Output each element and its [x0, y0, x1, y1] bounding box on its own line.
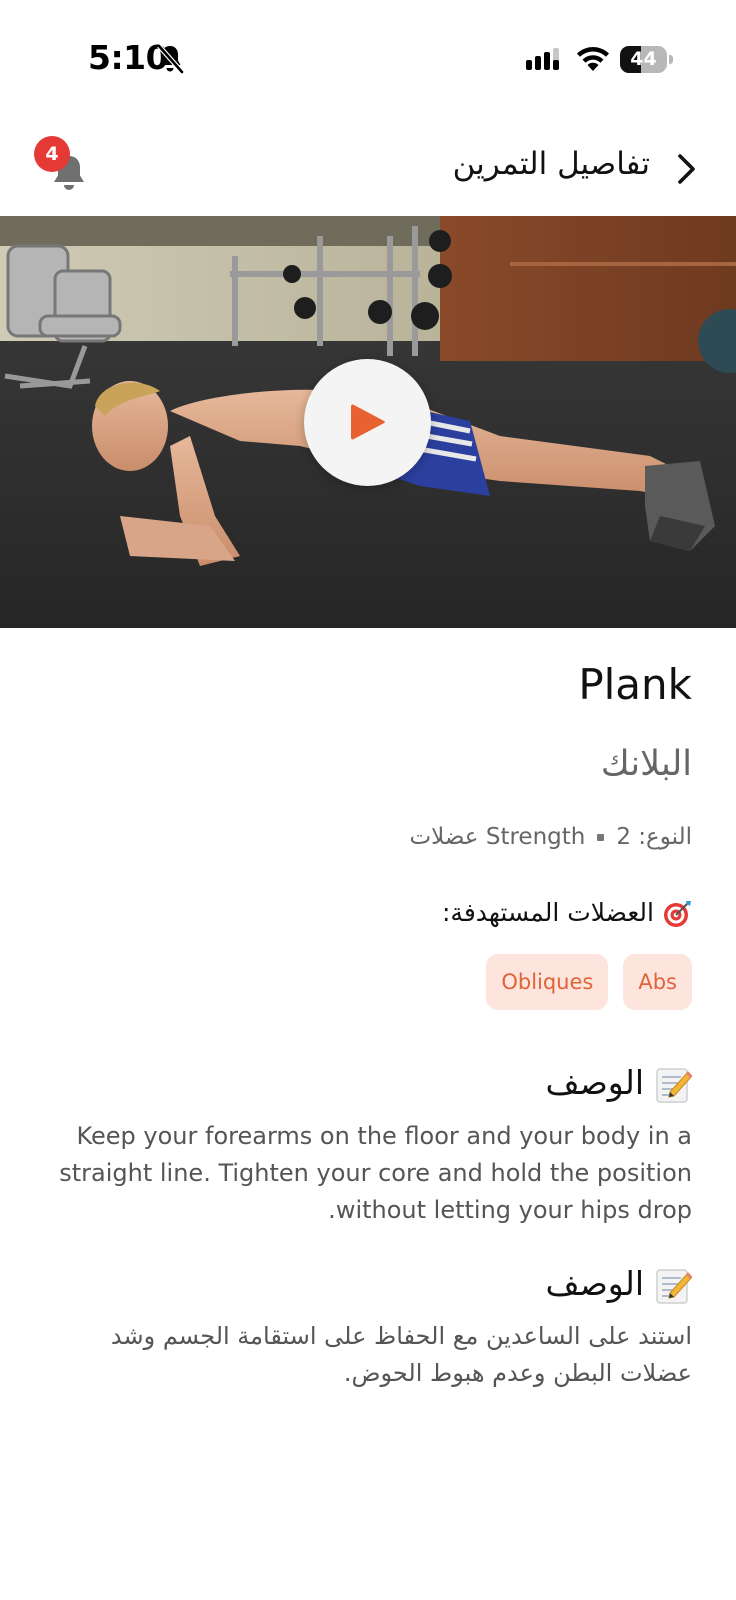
muscle-tags: Abs Obliques: [486, 954, 692, 1010]
status-bar: 5:10 44: [0, 0, 736, 120]
app-header: 4 تفاصيل التمرين: [0, 120, 736, 216]
description-heading: الوصف: [546, 1063, 692, 1104]
exercise-name-en: Plank: [578, 660, 692, 709]
signal-icon: [526, 48, 559, 70]
bell-slash-icon: [157, 44, 184, 74]
exercise-meta: النوع: Strength2 عضلات: [409, 824, 692, 850]
target-icon: [664, 901, 691, 927]
target-muscles-label: العضلات المستهدفة:: [442, 898, 654, 927]
muscle-tag[interactable]: Abs: [623, 954, 692, 1010]
description-text-ar: استند على الساعدين مع الحفاظ على استقامة…: [110, 1322, 692, 1387]
exercise-video[interactable]: [0, 216, 736, 628]
description-heading-label: الوصف: [545, 1264, 644, 1303]
description-heading-label: الوصف: [545, 1063, 644, 1102]
notification-badge: 4: [34, 136, 70, 172]
notifications-button[interactable]: 4: [34, 136, 94, 196]
battery-level: 44: [630, 48, 657, 70]
exercise-type: النوع: Strength: [485, 824, 692, 850]
play-icon: [351, 404, 385, 440]
description-text-en: Keep your forearms on the floor and your…: [59, 1122, 692, 1224]
chevron-right-icon[interactable]: [676, 152, 698, 186]
description-heading: الوصف: [546, 1264, 692, 1305]
memo-icon: [656, 1067, 692, 1103]
exercise-name-ar: البلانك: [600, 744, 692, 784]
wifi-icon: [577, 47, 609, 71]
page-title: تفاصيل التمرين: [452, 146, 650, 182]
muscle-tag[interactable]: Obliques: [486, 954, 609, 1010]
memo-icon: [656, 1268, 692, 1304]
target-muscles-heading: العضلات المستهدفة:: [442, 898, 692, 929]
battery-icon: 44: [620, 46, 673, 73]
separator-dot: [597, 834, 605, 841]
play-button[interactable]: [304, 359, 431, 486]
